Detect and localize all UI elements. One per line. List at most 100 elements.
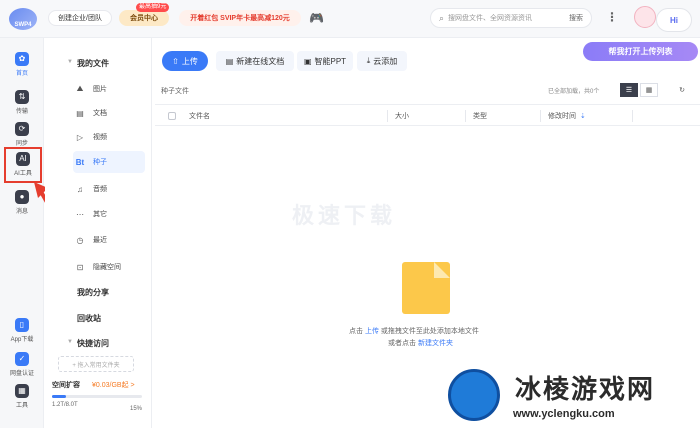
storage-quota[interactable]: 空间扩容 ¥0.03/GB起 > 1.2T/8.0T 15%: [52, 380, 142, 412]
app-logo[interactable]: SWP4: [9, 8, 37, 30]
nav-tools[interactable]: ▦ 工具: [0, 384, 44, 409]
upload-icon: ⇧: [172, 56, 179, 66]
my-files-heading[interactable]: ▼ 我的文件: [67, 58, 109, 69]
promo-banner[interactable]: 开着红包 SVIP年卡最高减120元: [179, 10, 301, 26]
top-bar: SWP4 创建企业/团队 会员中心 最高抽9元 开着红包 SVIP年卡最高减12…: [0, 0, 700, 38]
loaded-status: 已全部加载，共0个: [548, 89, 600, 95]
hint-text: 或拖拽文件至此处添加本地文件: [380, 328, 479, 335]
select-all-checkbox[interactable]: [168, 112, 176, 120]
list-view-icon[interactable]: ☰: [620, 83, 638, 97]
my-share-link[interactable]: 我的分享: [77, 287, 109, 298]
quota-bar-fill: [52, 395, 66, 398]
col-filename[interactable]: 文件名: [189, 111, 210, 121]
upload-list-tip[interactable]: 帮我打开上传列表: [583, 42, 698, 61]
category-label: 隐藏空间: [93, 264, 121, 271]
nav-label: App下载: [10, 337, 34, 343]
search-icon: ⌕: [439, 12, 445, 23]
category-label: 其它: [93, 211, 107, 218]
logo-text: SWP4: [14, 22, 32, 28]
grid-view-icon[interactable]: ▦: [640, 83, 658, 97]
category-recent[interactable]: ◷ 最近: [73, 229, 143, 251]
audio-icon: ♫: [77, 184, 83, 194]
column-divider: [387, 110, 388, 122]
hi-assistant-button[interactable]: Hi: [656, 8, 692, 32]
new-online-doc-button[interactable]: ▤ 新建在线文档: [216, 51, 294, 71]
avatar[interactable]: [634, 6, 656, 28]
smart-ppt-label: 智能PPT: [314, 56, 347, 66]
message-icon: ●: [15, 190, 29, 204]
breadcrumb: 种子文件: [161, 88, 189, 95]
tools-icon: ▦: [15, 384, 29, 398]
column-divider: [540, 110, 541, 122]
nav-verify[interactable]: ✓ 网盘认证: [0, 352, 44, 377]
col-size[interactable]: 大小: [395, 111, 409, 121]
quick-access-heading[interactable]: ▼ 快捷访问: [67, 338, 109, 349]
category-torrents[interactable]: Bt 种子: [73, 151, 145, 173]
torrent-icon: Bt: [75, 157, 85, 167]
cloud-add-button[interactable]: ⤓ 云添加: [357, 51, 407, 71]
category-label: 种子: [93, 159, 107, 166]
ai-tool-icon: AI: [16, 152, 30, 166]
video-icon: ▷: [76, 132, 84, 142]
home-icon: ✿: [15, 52, 29, 66]
vip-badge: 最高抽9元: [136, 3, 170, 12]
nav-label: 同步: [15, 141, 28, 147]
col-type[interactable]: 类型: [473, 111, 487, 121]
speed-download-watermark: 极速下载: [292, 203, 397, 228]
my-files-label: 我的文件: [77, 59, 109, 68]
nav-sync[interactable]: ⟳ 同步: [0, 122, 44, 147]
quick-access-label: 快捷访问: [77, 339, 109, 348]
category-audio[interactable]: ♫ 音频: [73, 178, 143, 200]
nav-home[interactable]: ✿ 首页: [0, 52, 44, 77]
category-label: 音频: [93, 186, 107, 193]
new-folder-link[interactable]: 新建文件夹: [418, 340, 453, 347]
empty-hint-line1: 点击 上传 或拖拽文件至此处添加本地文件: [349, 326, 479, 336]
refresh-icon[interactable]: ↻: [673, 83, 691, 97]
category-other[interactable]: ⋯ 其它: [73, 203, 143, 225]
site-watermark: 冰棱游戏网 www.yclengku.com: [440, 363, 698, 425]
new-doc-label: 新建在线文档: [236, 56, 285, 66]
column-divider: [465, 110, 466, 122]
quota-price[interactable]: ¥0.03/GB起 >: [92, 380, 135, 390]
vip-center-button[interactable]: 会员中心: [119, 10, 169, 26]
recent-icon: ◷: [76, 235, 84, 245]
nav-transfer[interactable]: ⇅ 传输: [0, 90, 44, 115]
cloud-add-icon: ⤓: [366, 56, 371, 65]
col-modified[interactable]: 修改时间 ⇣: [548, 111, 586, 121]
app-download-icon: ▯: [15, 318, 29, 332]
upload-button[interactable]: ⇧ 上传: [162, 51, 208, 71]
app-window: SWP4 创建企业/团队 会员中心 最高抽9元 开着红包 SVIP年卡最高减12…: [0, 0, 700, 428]
nav-label: 消息: [15, 209, 28, 215]
search-input[interactable]: 搜网盘文件、全网资源资讯: [448, 13, 569, 23]
sort-icon: ⇣: [580, 113, 586, 120]
quota-percent: 15%: [129, 406, 142, 412]
nav-label: 首页: [15, 71, 28, 77]
search-button[interactable]: 搜索: [569, 13, 583, 23]
smart-ppt-button[interactable]: ▣ 智能PPT: [297, 51, 353, 71]
category-videos[interactable]: ▷ 视频: [73, 126, 143, 148]
nav-label: 工具: [15, 403, 28, 409]
hint-text: 点击: [349, 328, 363, 335]
hint-text: 或者点击: [388, 340, 416, 347]
image-icon: ⛰: [76, 84, 84, 93]
collapse-arrow-icon: ▼: [67, 339, 73, 345]
more-menu-icon[interactable]: ⋮: [606, 10, 618, 24]
create-enterprise-button[interactable]: 创建企业/团队: [48, 10, 112, 26]
add-favorite-folder[interactable]: + 拖入常用文件夹: [58, 356, 134, 372]
verify-icon: ✓: [15, 352, 29, 366]
category-images[interactable]: ⛰ 图片: [73, 78, 143, 100]
site-logo-icon: [448, 369, 500, 421]
cloud-add-label: 云添加: [373, 56, 398, 66]
game-icon[interactable]: 🎮: [309, 11, 324, 25]
empty-folder-icon: [402, 262, 450, 314]
search-box[interactable]: ⌕ 搜网盘文件、全网资源资讯 搜索: [430, 8, 592, 28]
collapse-arrow-icon: ▼: [67, 59, 73, 65]
category-label: 最近: [93, 237, 107, 244]
nav-ai-tools[interactable]: AI AI工具: [4, 147, 42, 183]
other-icon: ⋯: [76, 209, 84, 219]
category-hidden[interactable]: ⊡ 隐藏空间: [73, 256, 143, 278]
recycle-bin-link[interactable]: 回收站: [77, 313, 101, 324]
category-documents[interactable]: ▤ 文档: [73, 102, 143, 124]
upload-link[interactable]: 上传: [365, 328, 379, 335]
nav-app-download[interactable]: ▯ App下载: [0, 318, 44, 343]
